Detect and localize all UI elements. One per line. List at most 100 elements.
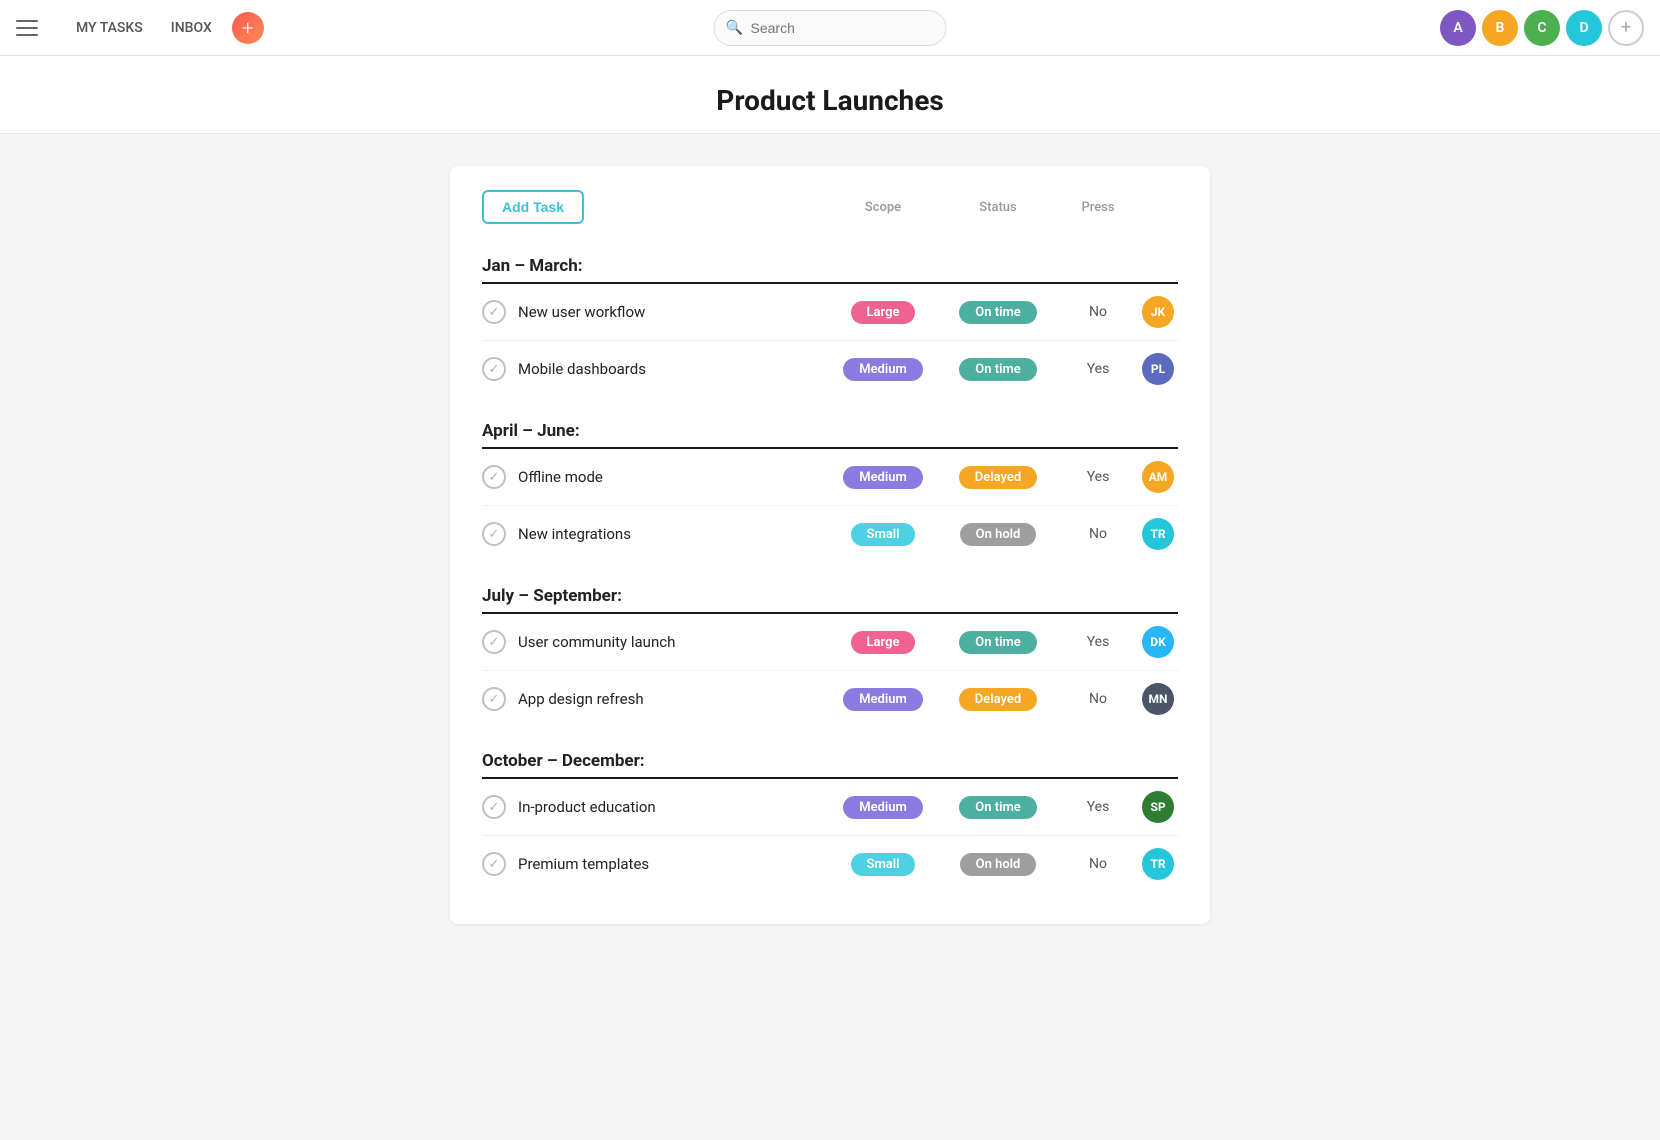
task-avatar[interactable]: TR [1142, 518, 1174, 550]
task-checkbox[interactable]: ✓ [482, 630, 506, 654]
task-columns: Large On time Yes DK [828, 626, 1178, 658]
task-name: In-product education [518, 798, 828, 816]
task-press-cell: Yes [1058, 799, 1138, 815]
task-scope-cell: Medium [828, 796, 938, 819]
status-badge: Delayed [959, 466, 1037, 489]
task-avatar[interactable]: AM [1142, 461, 1174, 493]
avatar-4[interactable]: D [1566, 10, 1602, 46]
task-columns: Small On hold No TR [828, 518, 1178, 550]
task-name: New user workflow [518, 303, 828, 321]
task-status-cell: On time [938, 796, 1058, 819]
section-0: Jan – March: ✓ New user workflow Large O… [482, 240, 1178, 397]
task-avatar-cell: DK [1138, 626, 1178, 658]
task-name: User community launch [518, 633, 828, 651]
toolbar: Add Task Scope Status Press [482, 190, 1178, 224]
task-checkbox[interactable]: ✓ [482, 852, 506, 876]
task-checkbox[interactable]: ✓ [482, 687, 506, 711]
avatar-3[interactable]: C [1524, 10, 1560, 46]
search-icon: 🔍 [726, 20, 743, 36]
add-button[interactable]: + [232, 12, 264, 44]
task-press-cell: Yes [1058, 634, 1138, 650]
page-header: Product Launches [0, 56, 1660, 134]
status-badge: On hold [960, 853, 1037, 876]
scope-badge: Medium [843, 688, 923, 711]
task-checkbox[interactable]: ✓ [482, 795, 506, 819]
task-press-cell: No [1058, 856, 1138, 872]
task-row-0-1: ✓ Mobile dashboards Medium On time Yes P… [482, 341, 1178, 397]
task-checkbox[interactable]: ✓ [482, 465, 506, 489]
section-title-0: Jan – March: [482, 240, 1178, 284]
col-header-scope: Scope [828, 200, 938, 215]
task-press-cell: No [1058, 526, 1138, 542]
avatar-2[interactable]: B [1482, 10, 1518, 46]
section-2: July – September: ✓ User community launc… [482, 570, 1178, 727]
task-avatar[interactable]: MN [1142, 683, 1174, 715]
section-3: October – December: ✓ In-product educati… [482, 735, 1178, 892]
nav-avatars: A B C D + [1440, 10, 1644, 46]
task-checkbox[interactable]: ✓ [482, 522, 506, 546]
task-row-1-1: ✓ New integrations Small On hold No TR [482, 506, 1178, 562]
task-columns: Medium On time Yes PL [828, 353, 1178, 385]
task-scope-cell: Medium [828, 688, 938, 711]
task-scope-cell: Large [828, 301, 938, 324]
task-row-3-0: ✓ In-product education Medium On time Ye… [482, 779, 1178, 836]
inbox-link[interactable]: INBOX [159, 14, 224, 42]
scope-badge: Small [851, 523, 916, 546]
task-avatar-cell: SP [1138, 791, 1178, 823]
task-status-cell: On hold [938, 523, 1058, 546]
topnav: MY TASKS INBOX + 🔍 A B C D + [0, 0, 1660, 56]
section-title-1: April – June: [482, 405, 1178, 449]
task-press-cell: Yes [1058, 361, 1138, 377]
task-status-cell: Delayed [938, 688, 1058, 711]
column-headers: Scope Status Press [828, 200, 1178, 215]
task-avatar-cell: TR [1138, 848, 1178, 880]
task-columns: Large On time No JK [828, 296, 1178, 328]
task-scope-cell: Large [828, 631, 938, 654]
page-title: Product Launches [0, 84, 1660, 117]
scope-badge: Medium [843, 796, 923, 819]
task-press-cell: Yes [1058, 469, 1138, 485]
status-badge: On time [959, 796, 1037, 819]
scope-badge: Large [851, 301, 916, 324]
task-avatar-cell: AM [1138, 461, 1178, 493]
task-checkbox[interactable]: ✓ [482, 300, 506, 324]
status-badge: On time [959, 301, 1037, 324]
task-columns: Medium On time Yes SP [828, 791, 1178, 823]
task-avatar[interactable]: DK [1142, 626, 1174, 658]
task-avatar[interactable]: JK [1142, 296, 1174, 328]
task-checkbox[interactable]: ✓ [482, 357, 506, 381]
search-container: 🔍 [714, 10, 947, 46]
task-columns: Small On hold No TR [828, 848, 1178, 880]
task-status-cell: Delayed [938, 466, 1058, 489]
col-header-press: Press [1058, 200, 1138, 215]
task-avatar[interactable]: PL [1142, 353, 1174, 385]
status-badge: On hold [960, 523, 1037, 546]
my-tasks-link[interactable]: MY TASKS [64, 14, 155, 42]
task-row-2-0: ✓ User community launch Large On time Ye… [482, 614, 1178, 671]
content-card: Add Task Scope Status Press Jan – March:… [450, 166, 1210, 924]
sections-container: Jan – March: ✓ New user workflow Large O… [482, 240, 1178, 892]
scope-badge: Medium [843, 358, 923, 381]
hamburger-menu[interactable] [16, 12, 48, 44]
task-columns: Medium Delayed Yes AM [828, 461, 1178, 493]
add-member-button[interactable]: + [1608, 10, 1644, 46]
task-avatar-cell: JK [1138, 296, 1178, 328]
scope-badge: Large [851, 631, 916, 654]
task-status-cell: On time [938, 358, 1058, 381]
main-content: Add Task Scope Status Press Jan – March:… [0, 134, 1660, 956]
avatar-1[interactable]: A [1440, 10, 1476, 46]
add-task-button[interactable]: Add Task [482, 190, 584, 224]
task-columns: Medium Delayed No MN [828, 683, 1178, 715]
task-status-cell: On time [938, 631, 1058, 654]
task-status-cell: On hold [938, 853, 1058, 876]
task-avatar[interactable]: SP [1142, 791, 1174, 823]
task-scope-cell: Small [828, 853, 938, 876]
task-avatar-cell: MN [1138, 683, 1178, 715]
task-press-cell: No [1058, 304, 1138, 320]
scope-badge: Small [851, 853, 916, 876]
search-input[interactable] [714, 10, 947, 46]
task-avatar[interactable]: TR [1142, 848, 1174, 880]
task-row-1-0: ✓ Offline mode Medium Delayed Yes AM [482, 449, 1178, 506]
section-title-3: October – December: [482, 735, 1178, 779]
status-badge: Delayed [959, 688, 1037, 711]
